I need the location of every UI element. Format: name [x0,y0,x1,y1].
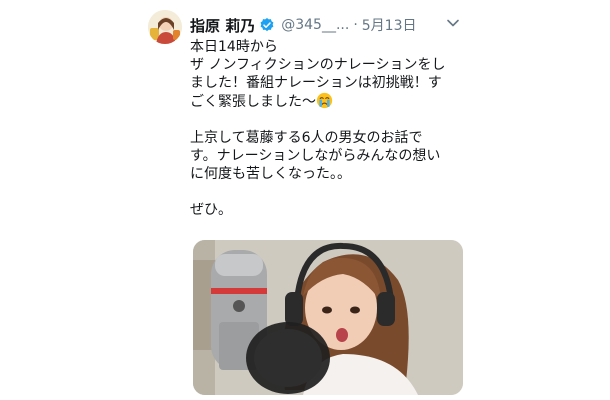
chevron-down-icon[interactable] [445,16,461,30]
tweet-line: ました！番組ナレーションは初挑戦！す [190,75,442,91]
tweet-date[interactable]: 5月13日 [362,15,417,35]
tweet-line: 本日14時から [190,39,278,55]
tweet-text: 本日14時から ザ ノンフィクションのナレーションをし ました！番組ナレーション… [190,38,470,219]
tweet-line: ごく緊張しました〜 [190,92,470,111]
tweet-line: ぜひ。 [190,202,232,218]
tweet-line-text: ごく緊張しました〜 [190,94,316,110]
tweet-line: 上京して葛藤する6人の男女のお話で [190,130,423,146]
crying-face-emoji-icon [316,92,333,109]
author-name[interactable]: 指原 莉乃 [190,15,255,36]
tweet-card: 指原 莉乃 @345__... · 5月13日 本日14時から ザ ノンフィクシ… [148,10,468,400]
verified-badge-icon [260,18,274,32]
tweet-photo[interactable] [193,240,463,395]
tweet-header: 指原 莉乃 @345__... · 5月13日 [190,14,417,36]
avatar-image [148,10,182,44]
author-handle[interactable]: @345__... [281,17,349,33]
tweet-line: に何度も苦しくなった。。 [190,166,351,182]
tweet-line: ザ ノンフィクションのナレーションをし [190,57,446,73]
avatar[interactable] [148,10,182,44]
tweet-line: す。ナレーションしながらみんなの想い [190,148,441,164]
header-separator: · [353,17,358,33]
photo-illustration [193,240,463,395]
